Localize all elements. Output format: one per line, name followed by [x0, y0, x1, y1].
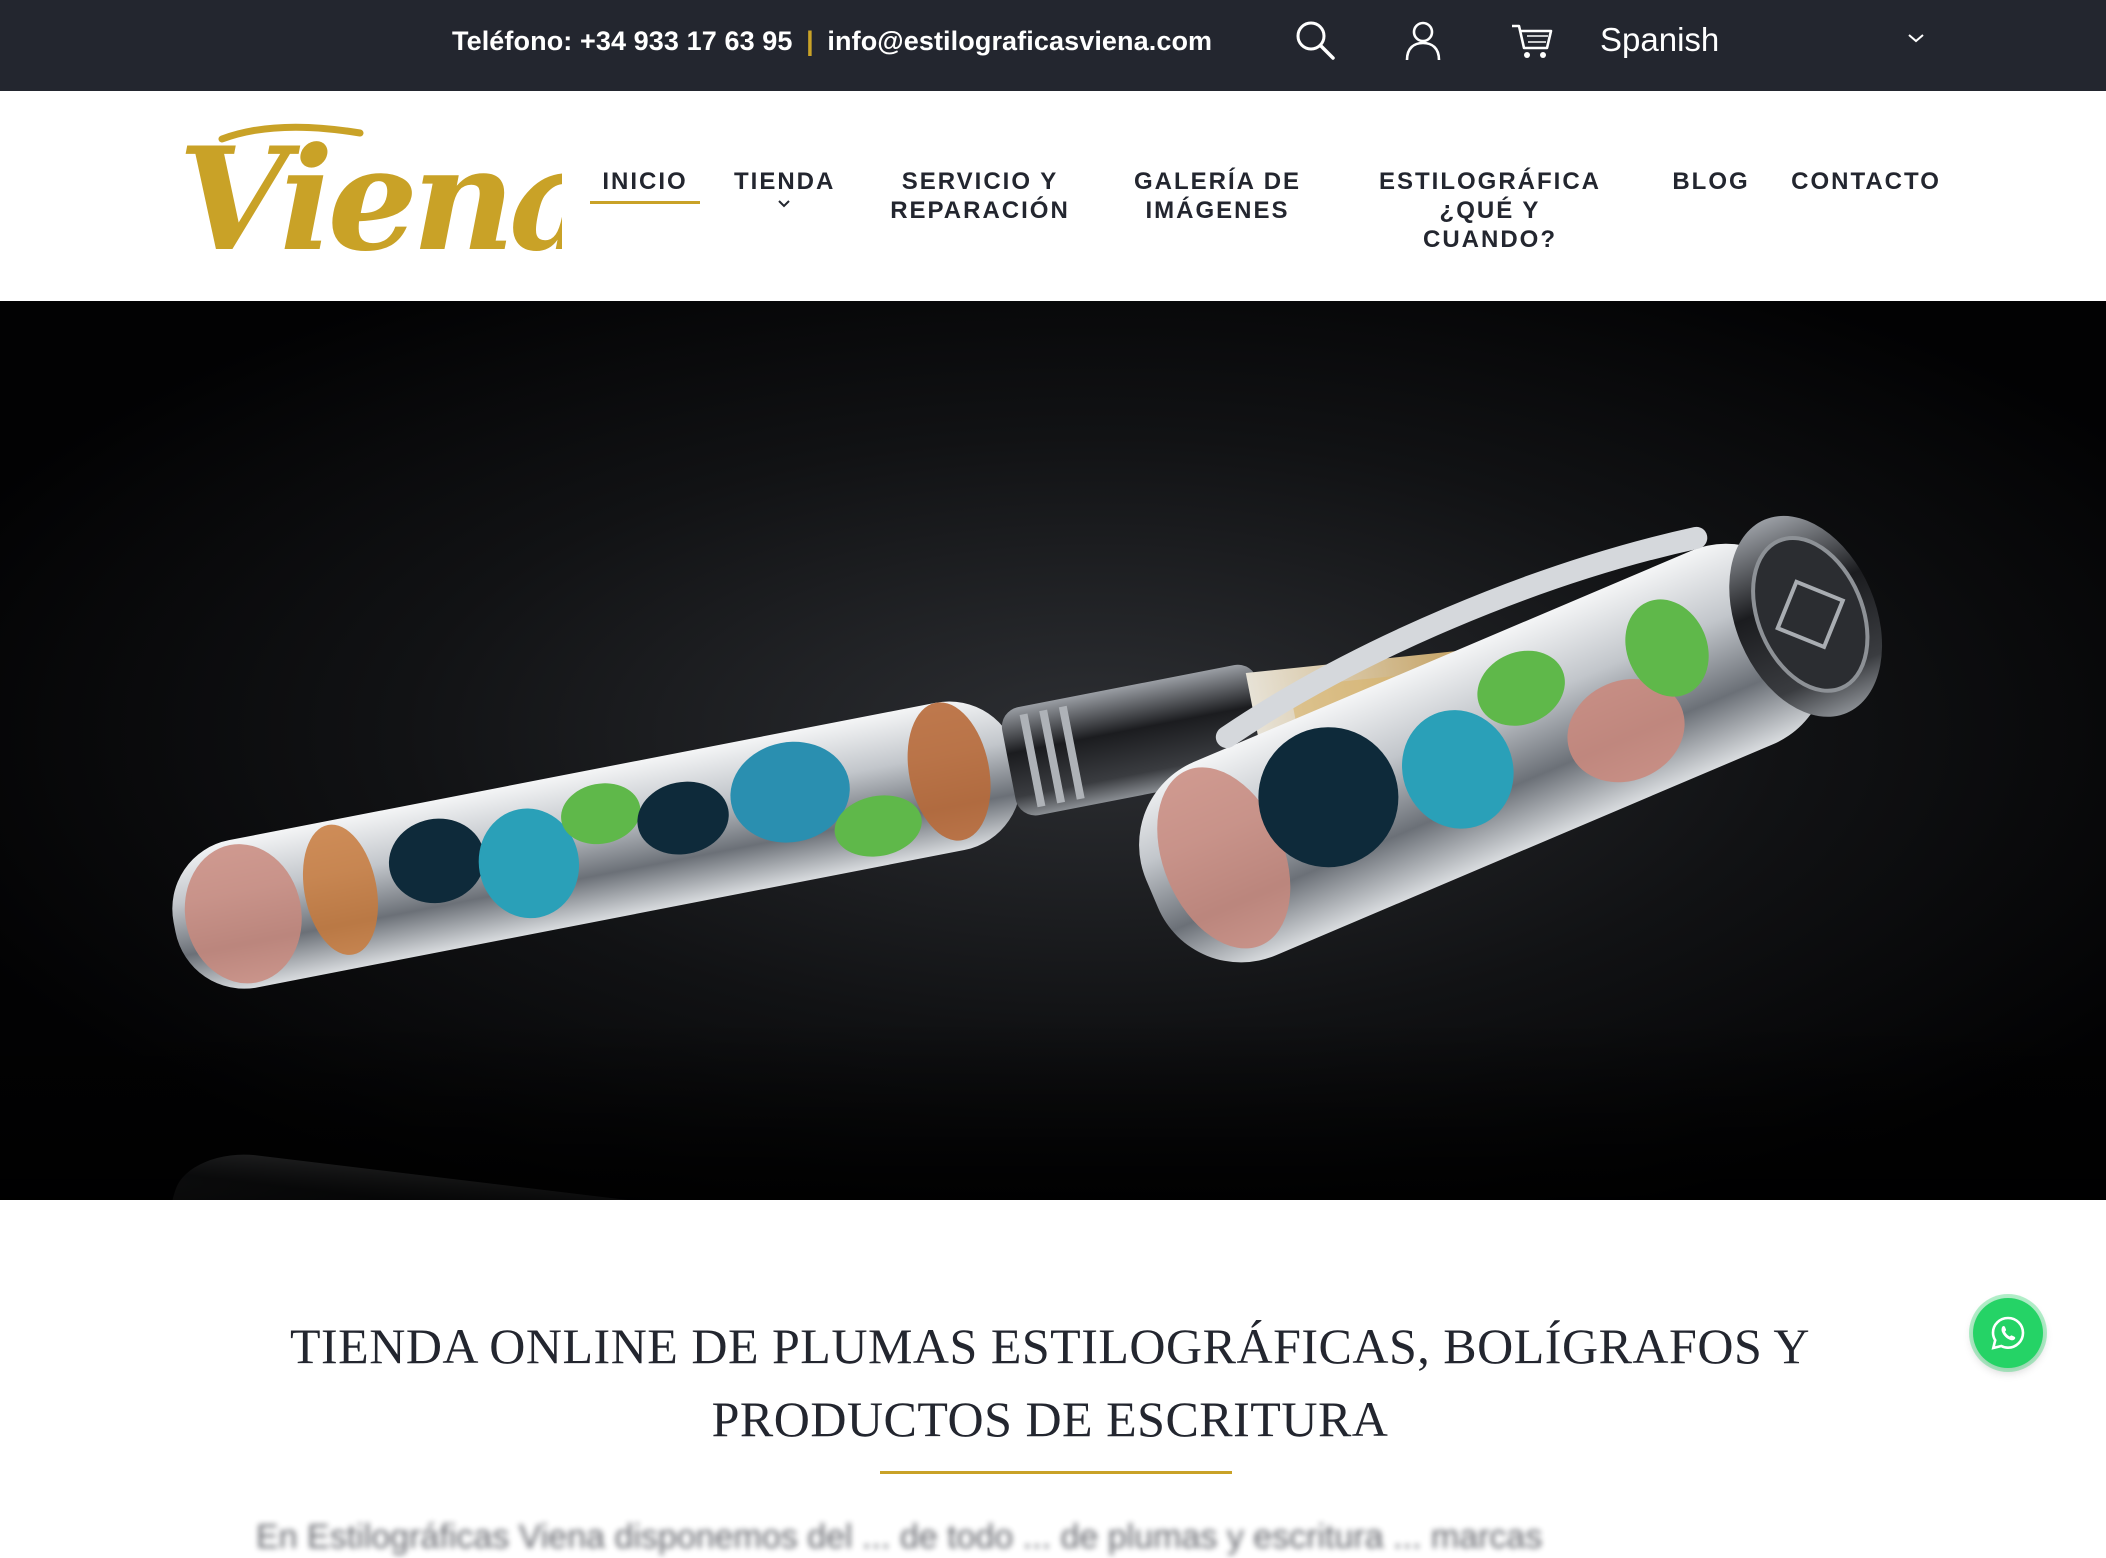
nav-inicio[interactable]: INICIO	[590, 167, 700, 205]
language-value: Spanish	[1600, 21, 1720, 58]
chevron-down-icon	[1908, 34, 1924, 43]
nav-estilografica-que-cuando[interactable]: ESTILOGRÁFICA ¿QUÉ Y CUANDO?	[1375, 167, 1605, 254]
pen-hero-image	[0, 515, 2106, 1200]
nav-tienda[interactable]: TIENDA	[734, 167, 834, 210]
nav-blog[interactable]: BLOG	[1668, 167, 1754, 196]
language-select[interactable]: Spanish	[1600, 18, 1940, 62]
svg-text:Viena: Viena	[178, 119, 562, 271]
email-link[interactable]: info@estilograficasviena.com	[827, 26, 1212, 56]
cart-icon[interactable]	[1510, 18, 1554, 62]
top-bar: Teléfono: +34 933 17 63 95 | info@estilo…	[0, 0, 2106, 91]
user-icon[interactable]	[1401, 18, 1445, 62]
whatsapp-button[interactable]	[1973, 1298, 2043, 1368]
page-headline: TIENDA ONLINE DE PLUMAS ESTILOGRÁFICAS, …	[289, 1318, 1811, 1447]
nav-contacto[interactable]: CONTACTO	[1790, 167, 1942, 196]
nav-servicio-reparacion[interactable]: SERVICIO Y REPARACIÓN	[890, 167, 1070, 225]
nav-galeria-imagenes[interactable]: GALERÍA DE IMÁGENES	[1130, 167, 1305, 225]
contact-info: Teléfono: +34 933 17 63 95 | info@estilo…	[452, 26, 1212, 57]
hero-banner	[0, 301, 2106, 1200]
intro-text: En Estilográficas Viena disponemos del .…	[256, 1518, 1543, 1556]
search-icon[interactable]	[1293, 18, 1337, 62]
main-header: Viena INICIO TIENDA SERVICIO Y REPARACIÓ…	[0, 91, 2106, 301]
contact-separator: |	[806, 26, 814, 56]
headline-divider	[880, 1471, 1232, 1474]
whatsapp-icon	[1991, 1316, 2025, 1350]
phone-number[interactable]: Teléfono: +34 933 17 63 95	[452, 26, 793, 56]
chevron-down-icon	[778, 200, 790, 208]
viena-logo[interactable]: Viena	[172, 119, 562, 271]
